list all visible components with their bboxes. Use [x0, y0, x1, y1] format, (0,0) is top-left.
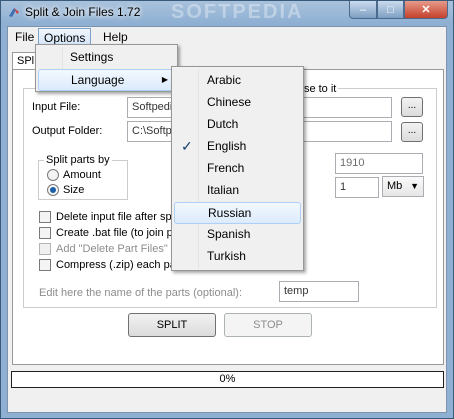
- split-by-label: Split parts by: [44, 154, 112, 166]
- watermark: SOFTPEDIA: [171, 1, 304, 23]
- options-menu: Settings Language ▶: [35, 44, 178, 92]
- stop-button: STOP: [224, 313, 312, 337]
- create-bat-checkbox[interactable]: [39, 227, 51, 239]
- size-field[interactable]: 1: [335, 177, 379, 198]
- size-radio[interactable]: [47, 184, 59, 196]
- browse-output-button[interactable]: ...: [401, 122, 423, 142]
- language-label: English: [207, 139, 247, 153]
- add-delete-label: Add "Delete Part Files" o: [56, 243, 177, 255]
- compress-label: Compress (.zip) each par: [56, 259, 180, 271]
- language-item[interactable]: Chinese: [174, 92, 301, 114]
- language-item[interactable]: French: [174, 158, 301, 180]
- language-label: Spanish: [207, 227, 251, 241]
- amount-radio[interactable]: [47, 169, 59, 181]
- chevron-down-icon: ▼: [410, 181, 419, 191]
- language-label: Turkish: [207, 249, 246, 263]
- language-menu: Arabic Chinese Dutch ✓ English French Ita…: [171, 66, 304, 271]
- close-button[interactable]: ✕: [404, 1, 448, 19]
- language-item[interactable]: Spanish: [174, 224, 301, 246]
- delete-input-checkbox[interactable]: [39, 211, 51, 223]
- language-label: Italian: [207, 183, 240, 197]
- delete-input-label: Delete input file after spli: [56, 211, 177, 223]
- language-item[interactable]: ✓ English: [174, 136, 301, 158]
- submenu-arrow-icon: ▶: [161, 75, 168, 84]
- check-icon: ✓: [181, 138, 193, 154]
- menu-item-language[interactable]: Language ▶: [38, 69, 175, 91]
- size-label: Size: [63, 184, 85, 196]
- output-folder-label: Output Folder:: [32, 125, 103, 137]
- language-label: French: [207, 161, 245, 175]
- progress-text: 0%: [219, 373, 236, 385]
- language-label: Chinese: [207, 95, 252, 109]
- amount-field[interactable]: 1910: [335, 153, 423, 174]
- window-title: Split & Join Files 1.72: [25, 5, 141, 19]
- minimize-button[interactable]: –: [349, 1, 377, 19]
- menu-item-settings[interactable]: Settings: [38, 47, 175, 69]
- language-item[interactable]: Arabic: [174, 70, 301, 92]
- language-item[interactable]: Italian: [174, 180, 301, 202]
- compress-checkbox[interactable]: [39, 259, 51, 271]
- unit-value: Mb: [387, 180, 403, 192]
- language-label: Dutch: [207, 117, 239, 131]
- menu-item-language-label: Language: [71, 73, 125, 87]
- language-item[interactable]: Russian: [174, 202, 301, 224]
- parts-name-field[interactable]: temp: [279, 281, 359, 302]
- maximize-button[interactable]: □: [377, 1, 404, 19]
- language-label: Russian: [208, 206, 252, 220]
- title-bar[interactable]: Split & Join Files 1.72 SOFTPEDIA – □ ✕: [1, 1, 453, 25]
- language-item[interactable]: Dutch: [174, 114, 301, 136]
- amount-label: Amount: [63, 169, 101, 181]
- split-button[interactable]: SPLIT: [128, 313, 216, 337]
- language-item[interactable]: Turkish: [174, 246, 301, 268]
- browse-input-button[interactable]: ...: [401, 97, 423, 117]
- create-bat-label: Create .bat file (to join pa: [56, 227, 179, 239]
- add-delete-checkbox: [39, 243, 51, 255]
- progress-bar: 0%: [11, 371, 444, 388]
- language-label: Arabic: [207, 73, 242, 87]
- input-file-label: Input File:: [32, 101, 81, 113]
- app-icon: [9, 8, 19, 17]
- unit-select[interactable]: Mb ▼: [382, 176, 424, 197]
- parts-name-label: Edit here the name of the parts (optiona…: [39, 287, 243, 299]
